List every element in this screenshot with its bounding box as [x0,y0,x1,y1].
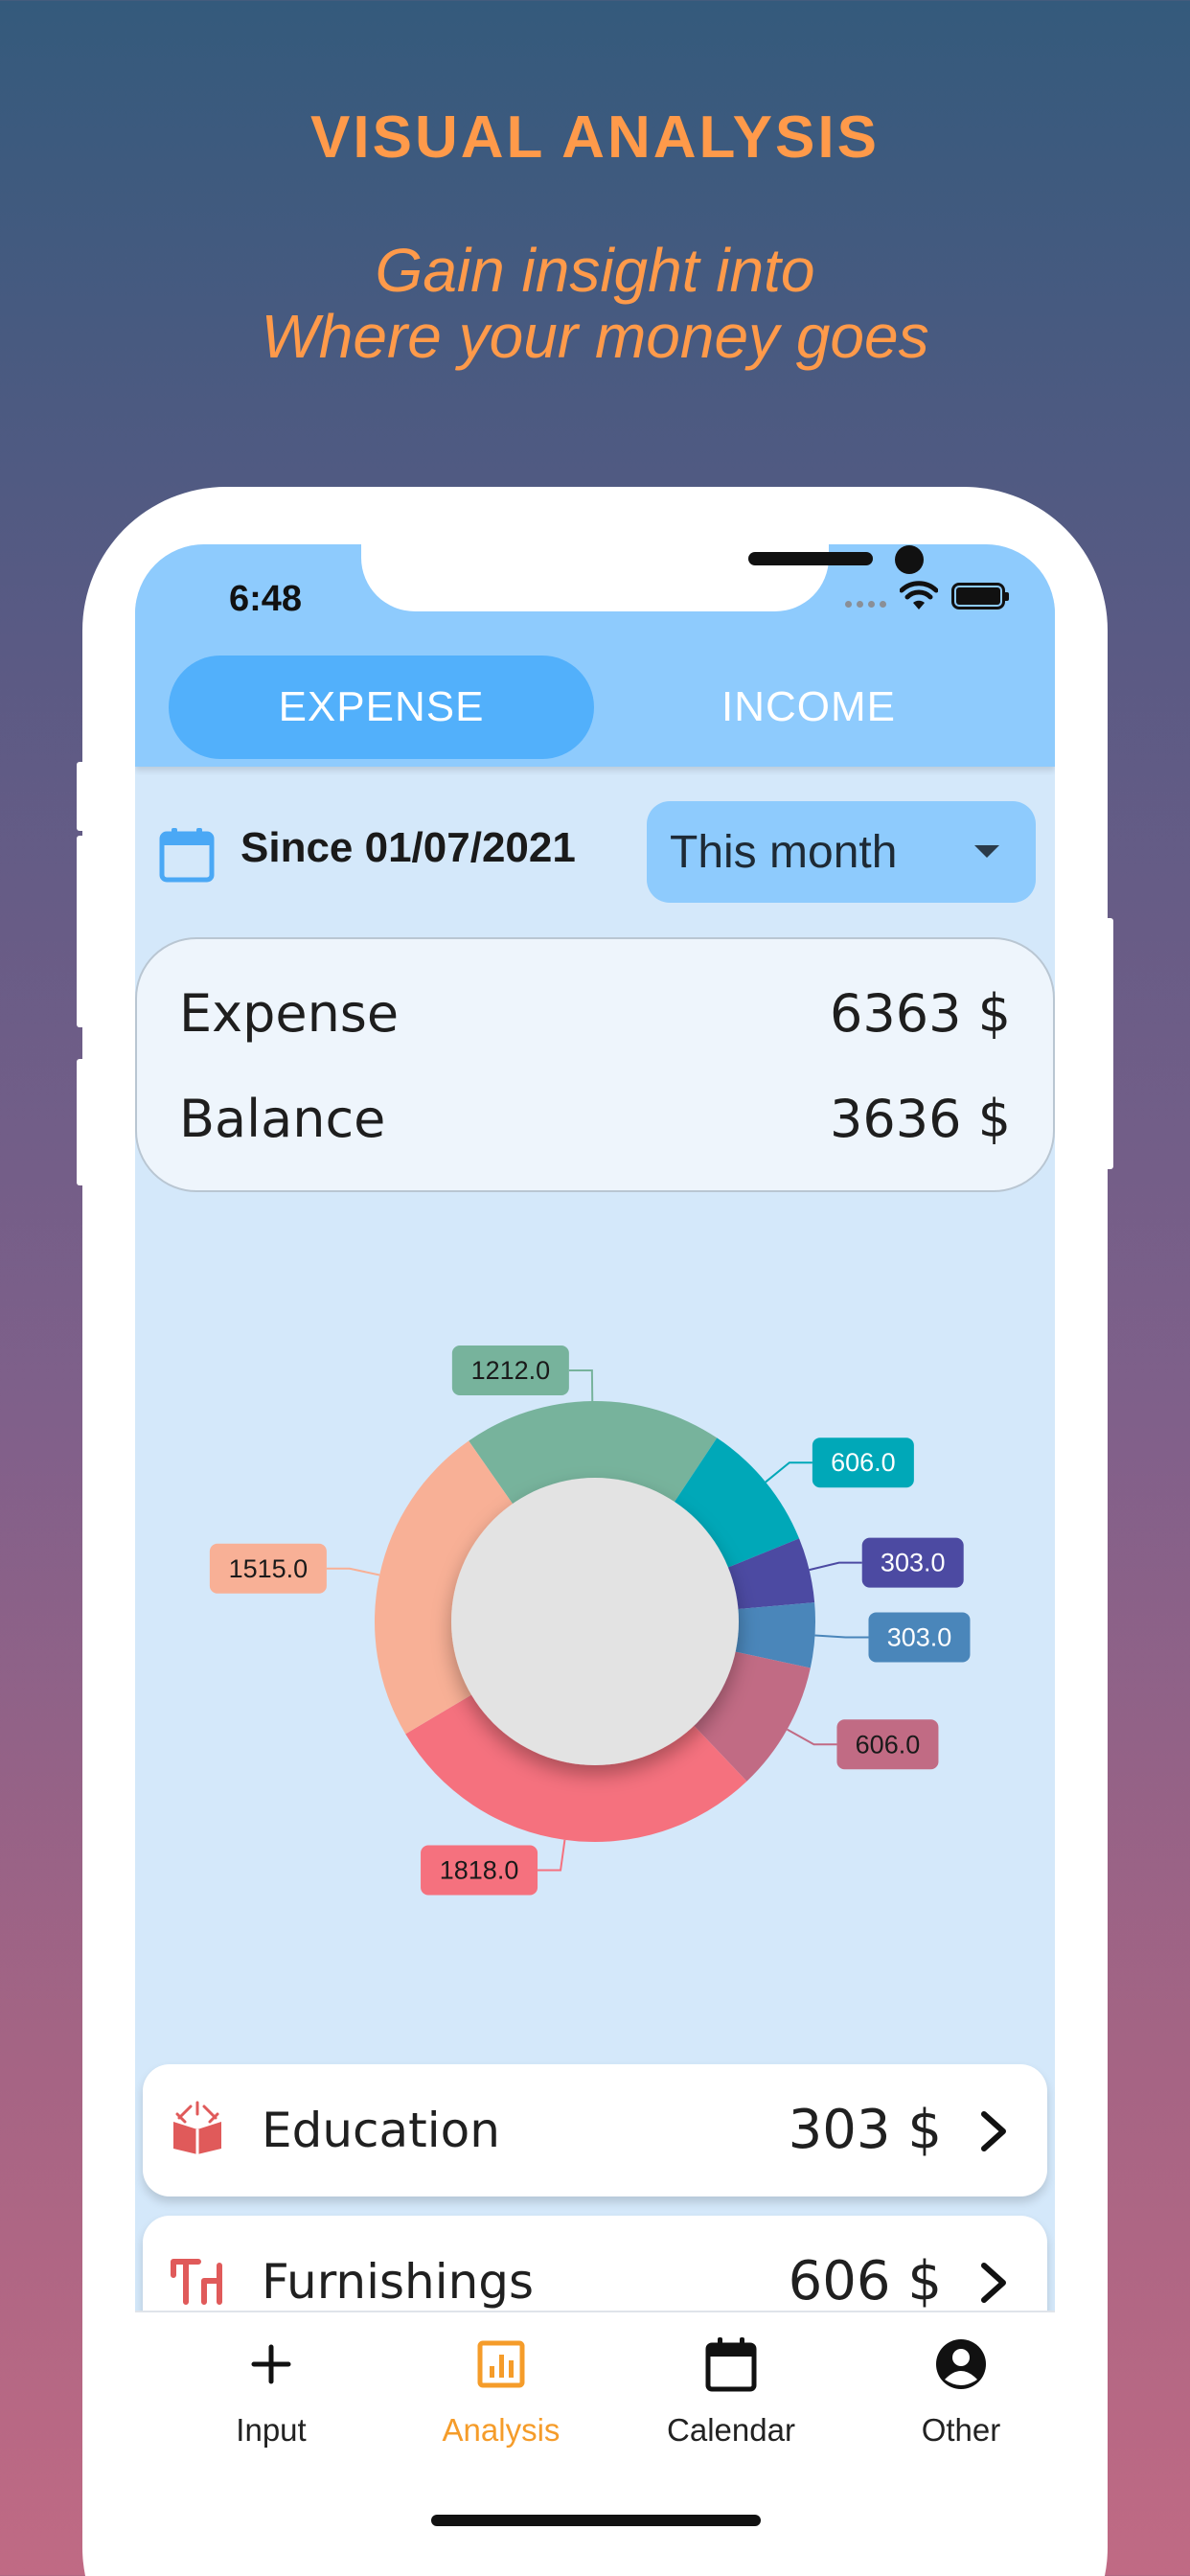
plus-icon [251,2344,291,2384]
chevron-right-icon [981,2111,1006,2151]
label-leader-line [809,1561,862,1572]
period-select[interactable]: This month [647,801,1036,903]
slice-value-label: 606.0 [836,1719,939,1770]
status-icons [845,581,1009,611]
expense-donut-chart[interactable]: 1212.0 606.0 303.0 303.0 606.0 1818.0 1515.0 [135,1215,1055,1905]
label-leader-line [814,1634,869,1639]
svg-text:606.0: 606.0 [831,1448,896,1477]
promo-title: VISUAL ANALYSIS [310,104,880,171]
category-row-education[interactable]: Education 303 $ [143,2064,1047,2196]
category-name: Education [262,2103,500,2158]
calendar-icon[interactable] [158,826,216,884]
account-circle-icon [936,2339,986,2389]
balance-label: Balance [179,1089,386,1149]
slice-value-label: 606.0 [812,1438,914,1488]
nav-label: Calendar [667,2412,795,2448]
nav-input[interactable]: Input [166,2334,377,2449]
promo-subtitle-line2: Where your money goes [261,302,929,371]
table-chair-icon [171,2259,222,2305]
status-time: 6:48 [229,579,303,619]
chevron-right-icon [981,2263,1006,2303]
nav-calendar[interactable]: Calendar [626,2334,836,2449]
label-leader-line [326,1567,380,1576]
bar-chart-icon [477,2340,525,2388]
signal-icon [845,586,886,608]
svg-text:1515.0: 1515.0 [229,1554,309,1583]
home-indicator [431,2515,761,2526]
phone-mute-switch [77,762,86,831]
slice-value-label: 1818.0 [421,1845,538,1896]
nav-label: Input [236,2412,307,2448]
svg-text:303.0: 303.0 [881,1549,946,1577]
since-date-label[interactable]: Since 01/07/2021 [240,824,576,872]
balance-row: Balance 3636 $ [179,1089,1011,1149]
svg-text:1818.0: 1818.0 [440,1856,519,1885]
category-name: Furnishings [262,2254,535,2310]
expense-row: Expense 6363 $ [179,983,1011,1044]
svg-text:606.0: 606.0 [856,1730,921,1759]
expense-value: 6363 $ [830,983,1011,1044]
nav-label: Other [921,2412,1001,2448]
category-value: 606 $ [788,2250,942,2312]
battery-icon [951,583,1009,610]
speaker-grille [748,552,873,565]
label-leader-line [538,1839,566,1872]
label-leader-line [568,1369,594,1402]
phone-power-button [1104,918,1113,1169]
label-leader-line [787,1728,837,1746]
bottom-navigation: Input Analysis Calendar Other [135,2311,1055,2576]
calendar-icon [705,2337,757,2392]
app-header: 6:48 EXPENSE INCOME [135,544,1055,767]
book-icon [173,2101,221,2154]
nav-analysis[interactable]: Analysis [396,2334,606,2449]
label-leader-line [765,1461,812,1484]
tab-expense[interactable]: EXPENSE [169,656,594,759]
category-value: 303 $ [788,2099,942,2161]
phone-volume-up-button [77,836,86,1027]
expense-label: Expense [179,983,400,1044]
slice-value-label: 303.0 [868,1612,971,1663]
slice-value-label: 1212.0 [451,1346,569,1396]
wifi-icon [900,581,938,610]
summary-card: Expense 6363 $ Balance 3636 $ [135,937,1055,1192]
slice-value-label: 303.0 [861,1537,964,1588]
balance-value: 3636 $ [830,1089,1011,1149]
promo-subtitle-line1: Gain insight into [375,236,815,305]
donut-center-hole [451,1478,739,1765]
nav-label: Analysis [442,2412,561,2448]
svg-text:1212.0: 1212.0 [471,1356,551,1385]
svg-text:303.0: 303.0 [887,1622,952,1651]
notch [361,544,924,611]
app-screen: 6:48 EXPENSE INCOME Since 01/07/2021 Thi… [135,544,1055,2576]
period-select-value: This month [670,826,898,878]
phone-volume-down-button [77,1059,86,1185]
front-camera [895,545,924,574]
tab-income[interactable]: INCOME [596,656,1021,759]
nav-other[interactable]: Other [856,2334,1055,2449]
slice-value-label: 1515.0 [209,1543,327,1594]
dropdown-caret-icon [974,845,999,858]
